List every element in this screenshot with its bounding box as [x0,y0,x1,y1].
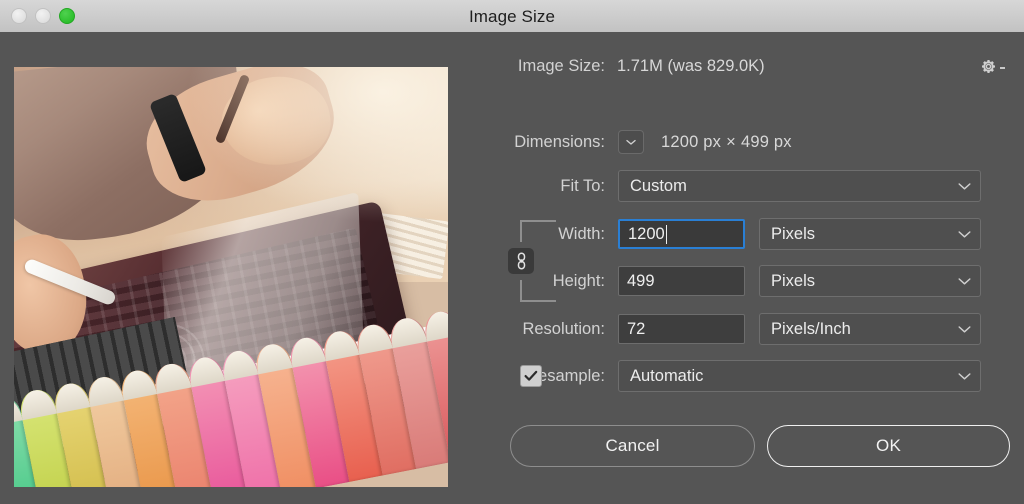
resample-row: Resample: Automatic [470,360,1024,392]
fit-to-row: Fit To: Custom [470,170,1024,202]
checkmark-icon [524,370,538,382]
height-unit-select[interactable]: Pixels [759,265,981,297]
title-bar: Image Size [0,0,1024,33]
image-preview[interactable] [14,67,448,487]
image-size-value: 1.71M (was 829.0K) [617,57,765,76]
chevron-down-icon [626,139,636,146]
height-row: Height: 499 Pixels [470,265,1024,297]
gear-caret-icon [1000,67,1005,69]
width-value: 1200 [628,225,665,244]
width-label: Width: [470,225,605,244]
resample-value: Automatic [630,367,703,386]
resolution-label: Resolution: [470,320,605,339]
resolution-value: 72 [627,320,645,339]
height-unit-value: Pixels [771,272,815,291]
chevron-down-icon [958,320,971,339]
image-size-label: Image Size: [470,57,605,76]
cancel-button[interactable]: Cancel [510,425,755,467]
preview-photo [14,67,448,487]
image-size-dialog: Image Size [0,0,1024,504]
fit-to-select[interactable]: Custom [618,170,981,202]
text-caret [666,225,667,244]
gear-icon[interactable] [980,55,1006,77]
chevron-down-icon [958,177,971,196]
width-unit-select[interactable]: Pixels [759,218,981,250]
dialog-footer: Cancel OK [470,425,1024,485]
dimensions-row: Dimensions: 1200 px×499 px [470,130,1024,154]
chevron-down-icon [958,225,971,244]
dimensions-width-value: 1200 px [661,133,721,151]
resolution-input[interactable]: 72 [618,314,745,344]
dimensions-label: Dimensions: [470,133,605,152]
height-value: 499 [627,272,655,291]
dimensions-values: 1200 px×499 px [661,133,792,152]
resolution-unit-select[interactable]: Pixels/Inch [759,313,981,345]
fit-to-value: Custom [630,177,687,196]
width-row: Width: 1200 Pixels [470,218,1024,250]
chevron-down-icon [958,272,971,291]
width-unit-value: Pixels [771,225,815,244]
height-label: Height: [470,272,605,291]
dimensions-units-menu-button[interactable] [618,130,644,154]
resample-checkbox[interactable] [520,365,542,387]
window-title: Image Size [0,1,1024,32]
dialog-body: Image Size: 1.71M (was 829.0K) Dimension… [0,32,1024,504]
chevron-down-icon [958,367,971,386]
dimensions-separator: × [721,133,741,151]
resolution-unit-value: Pixels/Inch [771,320,851,339]
ok-button[interactable]: OK [767,425,1010,467]
zoom-window-button[interactable] [59,8,75,24]
fit-to-label: Fit To: [470,177,605,196]
resolution-row: Resolution: 72 Pixels/Inch [470,313,1024,345]
resample-select[interactable]: Automatic [618,360,981,392]
image-size-row: Image Size: 1.71M (was 829.0K) [470,57,1024,76]
minimize-window-button[interactable] [35,8,51,24]
width-input[interactable]: 1200 [618,219,745,249]
traffic-lights [11,0,75,31]
height-input[interactable]: 499 [618,266,745,296]
close-window-button[interactable] [11,8,27,24]
dimensions-height-value: 499 px [741,133,792,151]
